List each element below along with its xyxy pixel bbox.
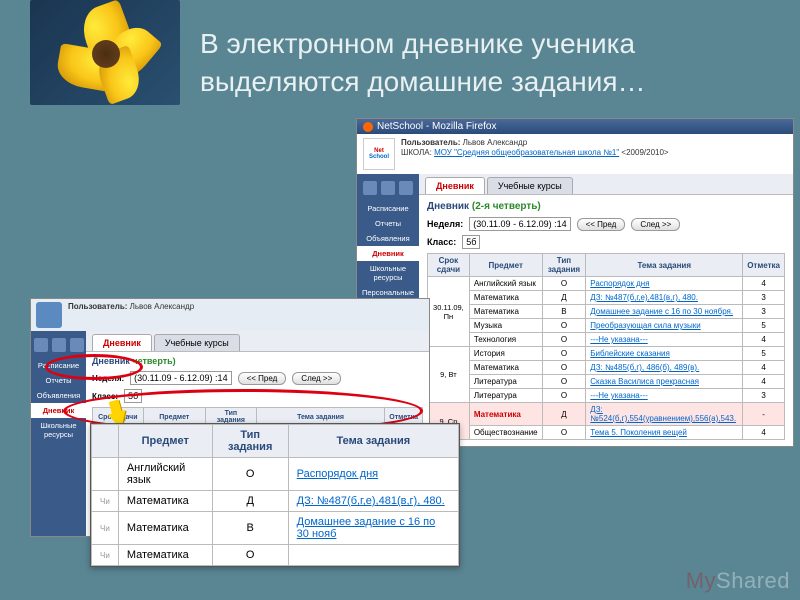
sidebar-item-reports[interactable]: Отчеты <box>357 216 419 231</box>
zoom-col-topic: Тема задания <box>288 425 458 458</box>
class-select[interactable]: 5б <box>462 235 480 249</box>
col-topic: Тема задания <box>586 254 743 277</box>
col-mark: Отметка <box>743 254 785 277</box>
tab-diary[interactable]: Дневник <box>425 177 485 194</box>
netschool-logo: Net School <box>363 138 395 170</box>
zoom-topic-link[interactable]: Распорядок дня <box>297 468 378 480</box>
sec-sidebar-schedule[interactable]: Расписание <box>31 358 86 373</box>
table-row: ОбществознаниеОТема 5. Поколения вещей4 <box>428 426 785 440</box>
zoom-row: ЧиМатематикаДДЗ: №487(б,г,е),481(в,г), 4… <box>92 491 459 512</box>
table-row: МатематикаДДЗ: №487(б,г,е),481(в,г), 480… <box>428 291 785 305</box>
zoom-row: ЧиМатематикаВДомашнее задание с 16 по 30… <box>92 512 459 545</box>
sec-sidebar-diary[interactable]: Дневник <box>31 403 86 418</box>
topic-link[interactable]: ДЗ: №485(б,г), 486(б), 489(в). <box>590 363 699 372</box>
zoom-col-type: Тип задания <box>212 425 288 458</box>
topic-link[interactable]: Тема 5. Поколения вещей <box>590 428 687 437</box>
topic-link[interactable]: Преобразующая сила музыки <box>590 321 700 330</box>
zoom-col-subject: Предмет <box>118 425 212 458</box>
table-row: ЛитератураОСказка Василиса прекрасная4 <box>428 375 785 389</box>
sec-tab-diary[interactable]: Дневник <box>92 334 152 351</box>
user-info: Пользователь: Львов Александр ШКОЛА: МОУ… <box>401 138 669 157</box>
sec-tab-courses[interactable]: Учебные курсы <box>154 334 240 351</box>
window-title-text: NetSchool - Mozilla Firefox <box>377 121 496 132</box>
table-row: ЛитератураО---Не указана---3 <box>428 389 785 403</box>
sb-icon-1[interactable] <box>363 181 377 195</box>
watermark: MyShared <box>686 568 790 594</box>
zoom-callout: Предмет Тип задания Тема задания Английс… <box>90 423 460 567</box>
class-label: Класс: <box>427 237 456 247</box>
diary-heading: Дневник (2-я четверть) <box>427 201 785 212</box>
sec-prev-button[interactable]: << Пред <box>238 372 287 385</box>
topic-link[interactable]: ДЗ: №524(б,г),554(уравнением),556(а),543… <box>590 405 736 423</box>
prev-button[interactable]: << Пред <box>577 218 626 231</box>
table-row: 9, ВтИсторияОБиблейские сказания5 <box>428 347 785 361</box>
topic-link[interactable]: ДЗ: №487(б,г,е),481(в,г), 480. <box>590 293 698 302</box>
table-row: 30.11.09, ПнАнглийский языкОРаспорядок д… <box>428 277 785 291</box>
table-row: ТехнологияО---Не указана---4 <box>428 333 785 347</box>
firefox-icon <box>363 122 373 132</box>
table-row: МузыкаОПреобразующая сила музыки5 <box>428 319 785 333</box>
sec-next-button[interactable]: След >> <box>292 372 341 385</box>
table-row: МатематикаВДомашнее задание с 16 по 30 н… <box>428 305 785 319</box>
slide-title: В электронном дневнике ученика выделяютс… <box>200 25 770 101</box>
table-row: МатематикаОДЗ: №485(б,г), 486(б), 489(в)… <box>428 361 785 375</box>
sec-class-select[interactable]: 5б <box>124 389 142 403</box>
sec-sidebar-resources[interactable]: Школьные ресурсы <box>31 418 86 442</box>
diary-table: Срок сдачи Предмет Тип задания Тема зада… <box>427 253 785 440</box>
zoom-row: Английский языкОРаспорядок дня <box>92 458 459 491</box>
tab-courses[interactable]: Учебные курсы <box>487 177 573 194</box>
topic-link[interactable]: ---Не указана--- <box>590 335 647 344</box>
sidebar-item-diary[interactable]: Дневник <box>357 246 419 261</box>
school-link[interactable]: МОУ "Средняя общеобразовательная школа №… <box>434 148 619 157</box>
sb-icon-3[interactable] <box>399 181 413 195</box>
sidebar-item-announcements[interactable]: Объявления <box>357 231 419 246</box>
topic-link[interactable]: Распорядок дня <box>590 279 649 288</box>
zoom-topic-link[interactable]: ДЗ: №487(б,г,е),481(в,г), 480. <box>297 495 445 507</box>
col-date: Срок сдачи <box>428 254 470 277</box>
next-button[interactable]: След >> <box>631 218 680 231</box>
decorative-flower-image <box>30 0 180 105</box>
sec-week-select[interactable]: (30.11.09 - 6.12.09) :14 <box>130 371 231 385</box>
col-subject: Предмет <box>469 254 542 277</box>
tabs-row: Дневник Учебные курсы <box>419 174 793 195</box>
col-type: Тип задания <box>542 254 586 277</box>
window-titlebar: NetSchool - Mozilla Firefox <box>357 119 793 134</box>
sec-sidebar-reports[interactable]: Отчеты <box>31 373 86 388</box>
topic-link[interactable]: Сказка Василиса прекрасная <box>590 377 699 386</box>
city-logo <box>36 302 62 328</box>
week-label: Неделя: <box>427 219 463 229</box>
table-row: 9, СрМатематикаДДЗ: №524(б,г),554(уравне… <box>428 403 785 426</box>
zoom-topic-link[interactable]: Домашнее задание с 16 по 30 нояб <box>297 516 436 540</box>
sidebar-item-schedule[interactable]: Расписание <box>357 201 419 216</box>
week-select[interactable]: (30.11.09 - 6.12.09) :14 <box>469 217 570 231</box>
sb-icon-2[interactable] <box>381 181 395 195</box>
topic-link[interactable]: Домашнее задание с 16 по 30 ноября. <box>590 307 733 316</box>
app-header: Net School Пользователь: Львов Александр… <box>357 134 793 174</box>
sidebar-item-resources[interactable]: Школьные ресурсы <box>357 261 419 285</box>
topic-link[interactable]: Библейские сказания <box>590 349 670 358</box>
topic-link[interactable]: ---Не указана--- <box>590 391 647 400</box>
user-name: Львов Александр <box>463 138 528 147</box>
sec-sidebar-announcements[interactable]: Объявления <box>31 388 86 403</box>
zoom-col-blank <box>92 425 119 458</box>
zoom-row: ЧиМатематикаО <box>92 545 459 566</box>
